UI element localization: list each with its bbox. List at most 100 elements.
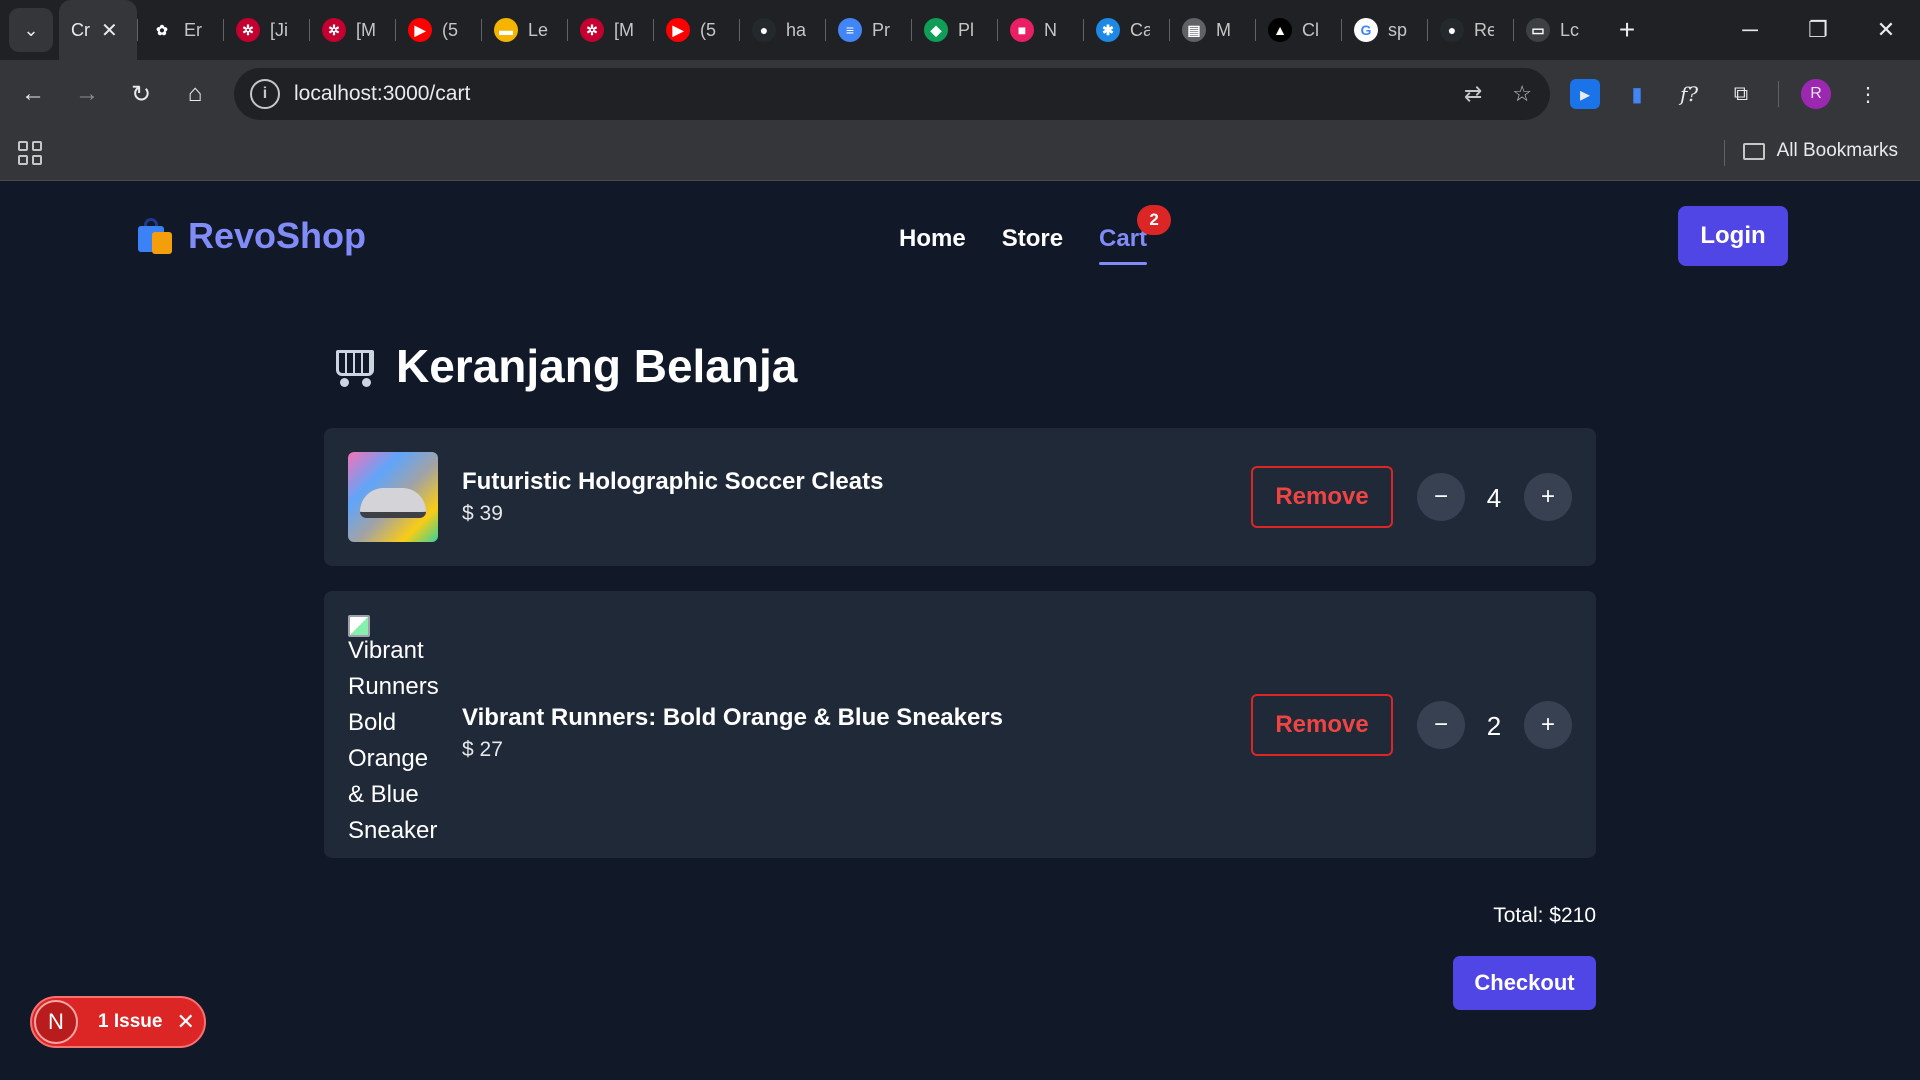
browser-tab-active[interactable]: Cr ✕	[59, 0, 137, 60]
close-icon[interactable]: ✕	[101, 18, 118, 43]
nav-links: Home Store Cart 2	[899, 205, 1172, 265]
reload-icon[interactable]: ↻	[114, 80, 168, 109]
profile-avatar[interactable]: R	[1801, 79, 1831, 109]
cart-count-badge: 2	[1137, 205, 1172, 235]
issues-count-label[interactable]: 1 Issue	[98, 1011, 162, 1033]
divider	[1778, 81, 1779, 107]
address-bar[interactable]: i localhost:3000/cart ⇄ ☆	[234, 68, 1550, 120]
tab-label: Le	[528, 19, 548, 40]
nextjs-logo-icon: N	[34, 1000, 78, 1044]
extension-docs-icon[interactable]: ▮	[1622, 79, 1652, 109]
cart-item: Vibrant Runners Bold Orange & Blue Sneak…	[324, 591, 1596, 858]
browser-tab[interactable]: ▶ (5	[396, 0, 481, 60]
product-name: Vibrant Runners: Bold Orange & Blue Snea…	[462, 704, 1004, 731]
tab-label: (5	[700, 19, 717, 40]
angular-icon: ✲	[322, 18, 346, 42]
home-icon[interactable]: ⌂	[168, 80, 222, 108]
increase-quantity-button[interactable]: +	[1524, 473, 1572, 521]
nextjs-issues-indicator[interactable]: N 1 Issue ✕	[30, 996, 206, 1048]
browser-tab[interactable]: ▬ Le	[482, 0, 567, 60]
slides-icon: ▬	[494, 18, 518, 42]
browser-tab[interactable]: ✲ [Ji	[224, 0, 309, 60]
tab-label: M	[1216, 19, 1231, 40]
tab-label: Lc	[1560, 19, 1580, 40]
app-icon: ✱	[1096, 18, 1120, 42]
tab-label: (5	[442, 19, 459, 40]
browser-tab[interactable]: ▲ Cl	[1256, 0, 1341, 60]
tab-label: Er	[184, 19, 202, 40]
close-window-icon[interactable]: ✕	[1852, 0, 1920, 60]
tab-label: [M	[356, 19, 376, 40]
divider	[1724, 140, 1725, 166]
nav-cart-link[interactable]: Cart 2	[1099, 205, 1172, 265]
browser-tab[interactable]: ≡ Pr	[826, 0, 911, 60]
extension-cast-icon[interactable]: ▸	[1570, 79, 1600, 109]
browser-tab[interactable]: ✲ [M	[568, 0, 653, 60]
extension-formula-icon[interactable]: f?	[1674, 79, 1704, 109]
brand-logo[interactable]: RevoShop	[136, 215, 366, 257]
all-bookmarks-button[interactable]: All Bookmarks	[1742, 140, 1898, 162]
checkout-button[interactable]: Checkout	[1453, 956, 1596, 1010]
browser-tab[interactable]: ✲ [M	[310, 0, 395, 60]
forward-icon[interactable]: →	[60, 80, 114, 108]
product-price: $ 27	[462, 738, 503, 761]
tab-label: Re	[1474, 19, 1494, 40]
tab-label: Ca	[1130, 19, 1150, 40]
browser-tab[interactable]: ● Re	[1428, 0, 1513, 60]
browser-tabstrip: ⌄ Cr ✕ ✿ Er ✲ [Ji ✲ [M ▶ (5 ▬ Le ✲ [M ▶ (5 ● ha ≡ Pr ◆ Pl ■ N…	[0, 0, 1920, 60]
brand-name: RevoShop	[188, 215, 367, 256]
all-bookmarks-label: All Bookmarks	[1776, 140, 1898, 161]
login-button[interactable]: Login	[1678, 206, 1788, 266]
page-title: Keranjang Belanja	[396, 340, 798, 392]
quantity-value: 2	[1486, 711, 1502, 741]
back-icon[interactable]: ←	[6, 80, 60, 108]
tab-search-button[interactable]: ⌄	[9, 8, 53, 52]
minimize-icon[interactable]: ─	[1716, 0, 1784, 60]
extensions-area: ▸ ▮ f? ⧉ R ⋮	[1570, 60, 1883, 128]
browser-tab[interactable]: ◆ Pl	[912, 0, 997, 60]
site-info-icon[interactable]: i	[250, 79, 280, 109]
nav-store-link[interactable]: Store	[1002, 225, 1063, 253]
translate-icon[interactable]: ⇄	[1464, 81, 1482, 107]
tab-label: Pl	[958, 19, 975, 40]
window-controls: ─ ❐ ✕	[1716, 0, 1920, 60]
google-icon: G	[1354, 18, 1378, 42]
menu-kebab-icon[interactable]: ⋮	[1853, 79, 1883, 109]
vercel-icon: ▲	[1268, 18, 1292, 42]
browser-tab[interactable]: ■ N	[998, 0, 1083, 60]
browser-toolbar: ← → ↻ ⌂ i localhost:3000/cart ⇄ ☆ ▸ ▮ f?…	[0, 60, 1920, 128]
angular-icon: ✲	[580, 18, 604, 42]
tab-label: [M	[614, 19, 634, 40]
decrease-quantity-button[interactable]: −	[1417, 701, 1465, 749]
extensions-puzzle-icon[interactable]: ⧉	[1726, 79, 1756, 109]
nav-home-link[interactable]: Home	[899, 225, 966, 253]
remove-button[interactable]: Remove	[1251, 466, 1393, 528]
increase-quantity-button[interactable]: +	[1524, 701, 1572, 749]
github-icon: ●	[1440, 18, 1464, 42]
browser-tab[interactable]: ▤ M	[1170, 0, 1255, 60]
url-text[interactable]: localhost:3000/cart	[294, 82, 470, 106]
openai-icon: ✿	[150, 18, 174, 42]
tab-label: Cl	[1302, 19, 1319, 40]
browser-tab[interactable]: ● ha	[740, 0, 825, 60]
apps-grid-icon[interactable]	[18, 141, 42, 165]
bookmark-star-icon[interactable]: ☆	[1512, 81, 1532, 107]
browser-tab[interactable]: ✱ Ca	[1084, 0, 1169, 60]
decrease-quantity-button[interactable]: −	[1417, 473, 1465, 521]
browser-tab[interactable]: Gsp	[1342, 0, 1427, 60]
product-price: $ 39	[462, 502, 503, 525]
browser-tab[interactable]: ▭ Lc	[1514, 0, 1599, 60]
cart-heading: Keranjang Belanja	[330, 339, 797, 393]
site-navbar: RevoShop Home Store Cart 2 Login	[0, 181, 1920, 291]
remove-button[interactable]: Remove	[1251, 694, 1393, 756]
browser-tab[interactable]: ✿ Er	[138, 0, 223, 60]
angular-icon: ✲	[236, 18, 260, 42]
close-icon[interactable]: ✕	[176, 1009, 194, 1035]
youtube-icon: ▶	[666, 18, 690, 42]
docs-icon: ≡	[838, 18, 862, 42]
new-tab-button[interactable]: +	[1607, 14, 1647, 46]
restore-icon[interactable]: ❐	[1784, 0, 1852, 60]
notion-icon: ■	[1010, 18, 1034, 42]
browser-tab[interactable]: ▶ (5	[654, 0, 739, 60]
product-image-alt-text: Vibrant Runners Bold Orange & Blue Sneak…	[348, 637, 439, 844]
